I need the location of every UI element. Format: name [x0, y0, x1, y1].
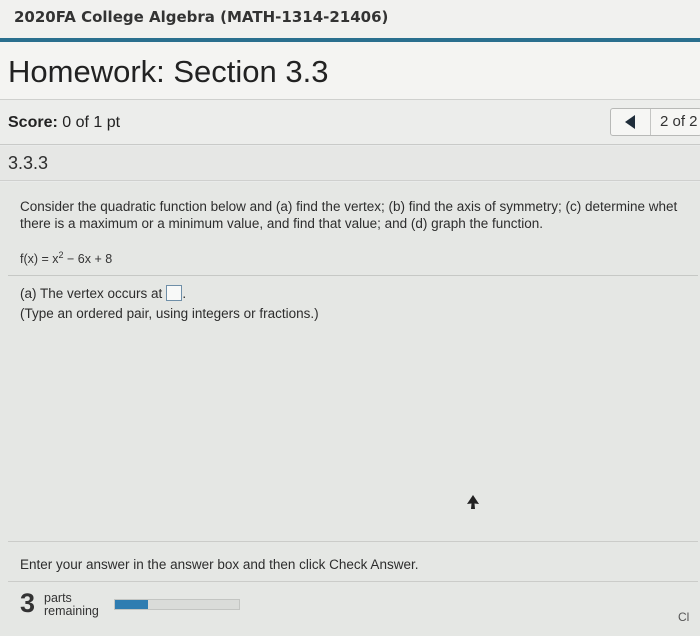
- homework-title: Homework: Section 3.3: [8, 54, 329, 89]
- footer-divider: [8, 581, 698, 582]
- previous-question-icon[interactable]: [622, 113, 638, 131]
- question-prompt-line-2: there is a maximum or a minimum value, a…: [20, 216, 544, 231]
- parts-remaining-count: 3: [20, 588, 36, 618]
- clear-all-button[interactable]: Cl: [678, 610, 689, 624]
- parts-progress-fill: [115, 600, 149, 609]
- question-prompt: Consider the quadratic function below an…: [20, 198, 700, 232]
- question-position: 2 of 2: [660, 113, 698, 130]
- part-a-question: (a) The vertex occurs at.: [20, 285, 187, 301]
- content-divider: [8, 275, 698, 276]
- part-a-label: (a) The vertex occurs at: [20, 286, 163, 301]
- instructions-divider: [8, 541, 698, 542]
- score-value: 0 of 1 pt: [62, 114, 121, 131]
- mouse-cursor-icon: [467, 495, 479, 509]
- parts-progress-bar: [114, 599, 240, 610]
- course-title: 2020FA College Algebra (MATH-1314-21406): [14, 8, 389, 26]
- question-number-bar: [0, 146, 700, 181]
- vertex-answer-box[interactable]: [166, 285, 183, 301]
- parts-label-line-2: remaining: [44, 604, 99, 618]
- score-label: Score:: [8, 114, 58, 131]
- question-prompt-line-1: Consider the quadratic function below an…: [20, 199, 678, 214]
- answer-instructions: Enter your answer in the answer box and …: [20, 557, 419, 572]
- question-number: 3.3.3: [8, 153, 49, 173]
- navigator-divider: [650, 109, 651, 135]
- quadratic-function: f(x) = x2 − 6x + 8: [20, 250, 112, 266]
- parts-remaining-label: parts remaining: [44, 592, 99, 618]
- part-a-hint: (Type an ordered pair, using integers or…: [20, 306, 319, 321]
- function-suffix: − 6x + 8: [63, 252, 113, 267]
- score-display: Score: 0 of 1 pt: [8, 114, 120, 132]
- function-prefix: f(x) = x: [20, 252, 59, 267]
